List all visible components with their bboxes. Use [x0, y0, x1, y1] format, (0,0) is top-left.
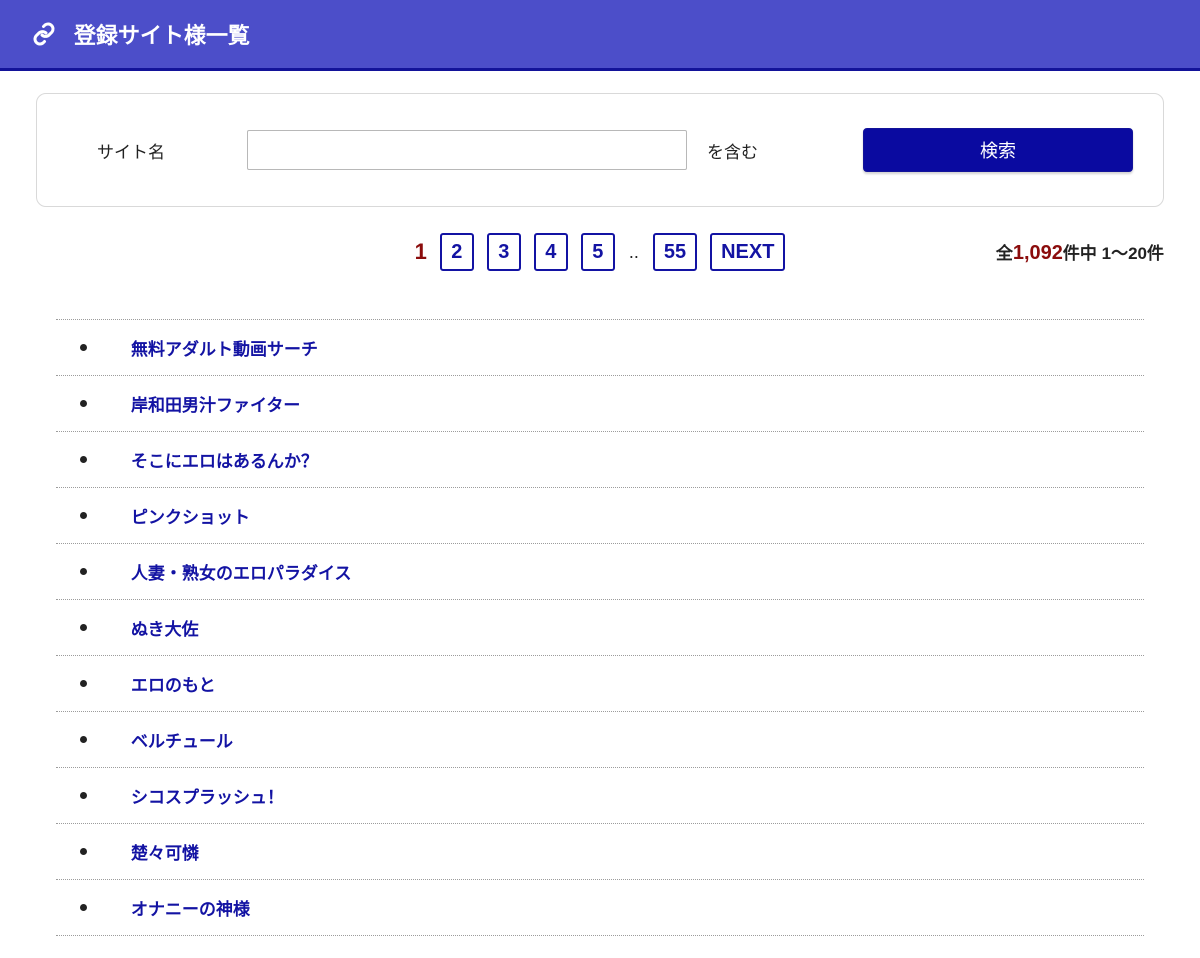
result-count: 全1,092件中 1〜20件: [996, 239, 1164, 265]
search-panel: サイト名 を含む 検索: [36, 93, 1164, 207]
bullet-icon: [80, 568, 87, 575]
count-suffix: 件: [1147, 244, 1164, 263]
bullet-icon: [80, 400, 87, 407]
list-item: 楚々可憐: [56, 823, 1144, 879]
page-header: 登録サイト様一覧: [0, 0, 1200, 71]
bullet-icon: [80, 736, 87, 743]
link-icon: [32, 22, 56, 46]
list-item: ぬき大佐: [56, 599, 1144, 655]
bullet-icon: [80, 624, 87, 631]
bullet-icon: [80, 512, 87, 519]
search-button[interactable]: 検索: [863, 128, 1133, 172]
search-input[interactable]: [247, 130, 687, 170]
count-mid: 件中: [1063, 244, 1102, 263]
pager: 12345.. 55 NEXT: [415, 233, 786, 271]
page-link-55[interactable]: 55: [653, 233, 697, 271]
site-link[interactable]: 岸和田男汁ファイター: [131, 391, 300, 416]
site-link[interactable]: 楚々可憐: [131, 839, 199, 864]
bullet-icon: [80, 344, 87, 351]
page-link-4[interactable]: 4: [534, 233, 568, 271]
site-link[interactable]: 人妻・熟女のエロパラダイス: [131, 559, 352, 584]
list-item: 人妻・熟女のエロパラダイス: [56, 543, 1144, 599]
site-link[interactable]: 無料アダルト動画サーチ: [131, 335, 318, 360]
bullet-icon: [80, 456, 87, 463]
bullet-icon: [80, 680, 87, 687]
count-prefix: 全: [996, 244, 1013, 263]
page-link-next[interactable]: NEXT: [710, 233, 785, 271]
site-link[interactable]: オナニーの神様: [131, 895, 250, 920]
site-link[interactable]: ピンクショット: [131, 503, 250, 528]
list-item: シコスプラッシュ！: [56, 767, 1144, 823]
page-current: 1: [415, 239, 427, 265]
bullet-icon: [80, 904, 87, 911]
site-link[interactable]: シコスプラッシュ！: [131, 783, 284, 808]
page-ellipsis: ..: [628, 242, 640, 263]
page-title: 登録サイト様一覧: [74, 18, 250, 50]
list-item: ピンクショット: [56, 487, 1144, 543]
pager-row: 12345.. 55 NEXT 全1,092件中 1〜20件: [36, 233, 1164, 271]
search-label: サイト名: [67, 138, 187, 163]
page-link-3[interactable]: 3: [487, 233, 521, 271]
count-range: 1〜20: [1102, 244, 1147, 263]
list-item: そこにエロはあるんか？: [56, 431, 1144, 487]
page-link-2[interactable]: 2: [440, 233, 474, 271]
page-link-5[interactable]: 5: [581, 233, 615, 271]
search-suffix: を含む: [707, 138, 843, 163]
site-list: 無料アダルト動画サーチ岸和田男汁ファイターそこにエロはあるんか？ ピンクショット人…: [36, 319, 1164, 936]
list-item: ベルチュール: [56, 711, 1144, 767]
list-item: 無料アダルト動画サーチ: [56, 319, 1144, 375]
bullet-icon: [80, 792, 87, 799]
site-link[interactable]: そこにエロはあるんか？: [131, 447, 318, 472]
list-item: オナニーの神様: [56, 879, 1144, 936]
site-link[interactable]: ぬき大佐: [131, 615, 199, 640]
site-link[interactable]: ベルチュール: [131, 727, 233, 752]
count-total: 1,092: [1013, 242, 1063, 264]
list-item: エロのもと: [56, 655, 1144, 711]
site-link[interactable]: エロのもと: [131, 671, 216, 696]
bullet-icon: [80, 848, 87, 855]
list-item: 岸和田男汁ファイター: [56, 375, 1144, 431]
